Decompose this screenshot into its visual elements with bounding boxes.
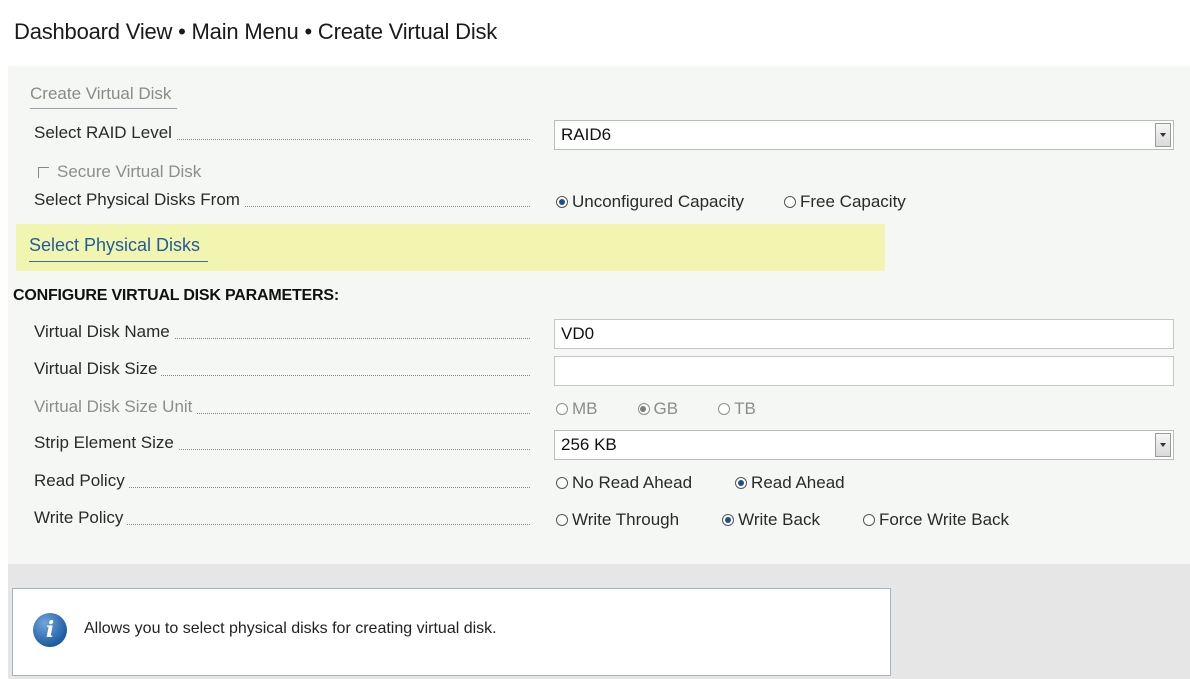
virtual-disk-size-input[interactable] xyxy=(554,356,1174,386)
radio-gb[interactable]: GB xyxy=(637,397,679,421)
radio-button-checked[interactable] xyxy=(556,196,568,208)
radio-label: Force Write Back xyxy=(878,510,1010,529)
radio-button[interactable] xyxy=(556,514,568,526)
radio-force-write-back[interactable]: Force Write Back xyxy=(862,508,1010,532)
radio-label: No Read Ahead xyxy=(572,473,693,492)
secure-virtual-disk-checkbox[interactable] xyxy=(38,166,49,178)
help-text: Allows you to select physical disks for … xyxy=(84,620,497,637)
raid-level-value: RAID6 xyxy=(561,125,612,144)
radio-button-checked[interactable] xyxy=(722,514,735,526)
radio-label: Read Ahead xyxy=(751,473,845,492)
virtual-disk-name-input[interactable]: VD0 xyxy=(554,319,1174,349)
raid-level-label: Select RAID Level xyxy=(34,123,176,142)
form-panel: Create Virtual Disk Select RAID Level RA… xyxy=(8,66,1190,564)
chevron-down-icon[interactable] xyxy=(1155,123,1171,147)
virtual-disk-size-unit-label: Virtual Disk Size Unit xyxy=(34,397,197,416)
read-policy-group: No Read Ahead Read Ahead xyxy=(556,471,845,495)
radio-button[interactable] xyxy=(556,403,568,415)
chevron-down-icon[interactable] xyxy=(1155,433,1171,457)
page-title: Dashboard View • Main Menu • Create Virt… xyxy=(14,19,498,44)
radio-label: Unconfigured Capacity xyxy=(572,192,744,211)
strip-element-size-select[interactable]: 256 KB xyxy=(554,430,1174,460)
radio-label: Write Through xyxy=(572,510,680,529)
read-policy-label: Read Policy xyxy=(34,471,129,490)
virtual-disk-size-row: Virtual Disk Size xyxy=(34,359,530,383)
radio-no-read-ahead[interactable]: No Read Ahead xyxy=(556,471,692,495)
physical-disks-from-label: Select Physical Disks From xyxy=(34,190,244,209)
radio-read-ahead[interactable]: Read Ahead xyxy=(735,471,845,495)
section-heading: CONFIGURE VIRTUAL DISK PARAMETERS: xyxy=(13,287,339,304)
virtual-disk-size-unit-row: Virtual Disk Size Unit xyxy=(34,397,530,421)
write-policy-label: Write Policy xyxy=(34,508,128,527)
radio-write-through[interactable]: Write Through xyxy=(556,508,679,532)
virtual-disk-name-label: Virtual Disk Name xyxy=(34,322,174,341)
raid-level-select[interactable]: RAID6 xyxy=(554,120,1174,150)
radio-button-checked[interactable] xyxy=(637,403,650,415)
raid-level-row: Select RAID Level xyxy=(34,123,530,147)
strip-element-size-label: Strip Element Size xyxy=(34,433,178,452)
radio-button[interactable] xyxy=(556,477,568,489)
size-unit-group: MB GB TB xyxy=(556,397,756,421)
secure-virtual-disk-option[interactable]: Secure Virtual Disk xyxy=(38,162,201,182)
radio-button[interactable] xyxy=(718,403,731,415)
radio-unconfigured-capacity[interactable]: Unconfigured Capacity xyxy=(556,190,744,214)
help-footer: i Allows you to select physical disks fo… xyxy=(8,564,1190,679)
radio-tb[interactable]: TB xyxy=(718,397,756,421)
radio-button[interactable] xyxy=(862,514,875,526)
strip-element-size-value: 256 KB xyxy=(561,435,617,454)
radio-label: MB xyxy=(572,399,598,418)
write-policy-row: Write Policy xyxy=(34,508,530,532)
help-box: i Allows you to select physical disks fo… xyxy=(12,588,891,676)
radio-label: TB xyxy=(734,399,756,418)
radio-label: GB xyxy=(653,399,679,418)
create-virtual-disk-link[interactable]: Create Virtual Disk xyxy=(30,84,178,109)
select-physical-disks-link[interactable]: Select Physical Disks xyxy=(29,235,209,262)
radio-label: Free Capacity xyxy=(799,192,906,211)
radio-write-back[interactable]: Write Back xyxy=(722,508,820,532)
title-bar: Dashboard View • Main Menu • Create Virt… xyxy=(0,0,1190,66)
secure-virtual-disk-label: Secure Virtual Disk xyxy=(57,162,202,181)
select-physical-disks-highlight: Select Physical Disks xyxy=(16,224,885,271)
radio-label: Write Back xyxy=(738,510,820,529)
radio-free-capacity[interactable]: Free Capacity xyxy=(783,190,906,214)
radio-button-checked[interactable] xyxy=(735,477,748,489)
read-policy-row: Read Policy xyxy=(34,471,530,495)
radio-button[interactable] xyxy=(783,196,796,208)
write-policy-group: Write Through Write Back Force Write Bac… xyxy=(556,508,1009,532)
physical-disks-from-group: Unconfigured Capacity Free Capacity xyxy=(556,190,906,214)
info-icon: i xyxy=(33,613,67,647)
virtual-disk-name-row: Virtual Disk Name xyxy=(34,322,530,346)
virtual-disk-size-label: Virtual Disk Size xyxy=(34,359,162,378)
radio-mb[interactable]: MB xyxy=(556,397,598,421)
physical-disks-from-row: Select Physical Disks From xyxy=(34,190,530,214)
strip-element-size-row: Strip Element Size xyxy=(34,433,530,457)
